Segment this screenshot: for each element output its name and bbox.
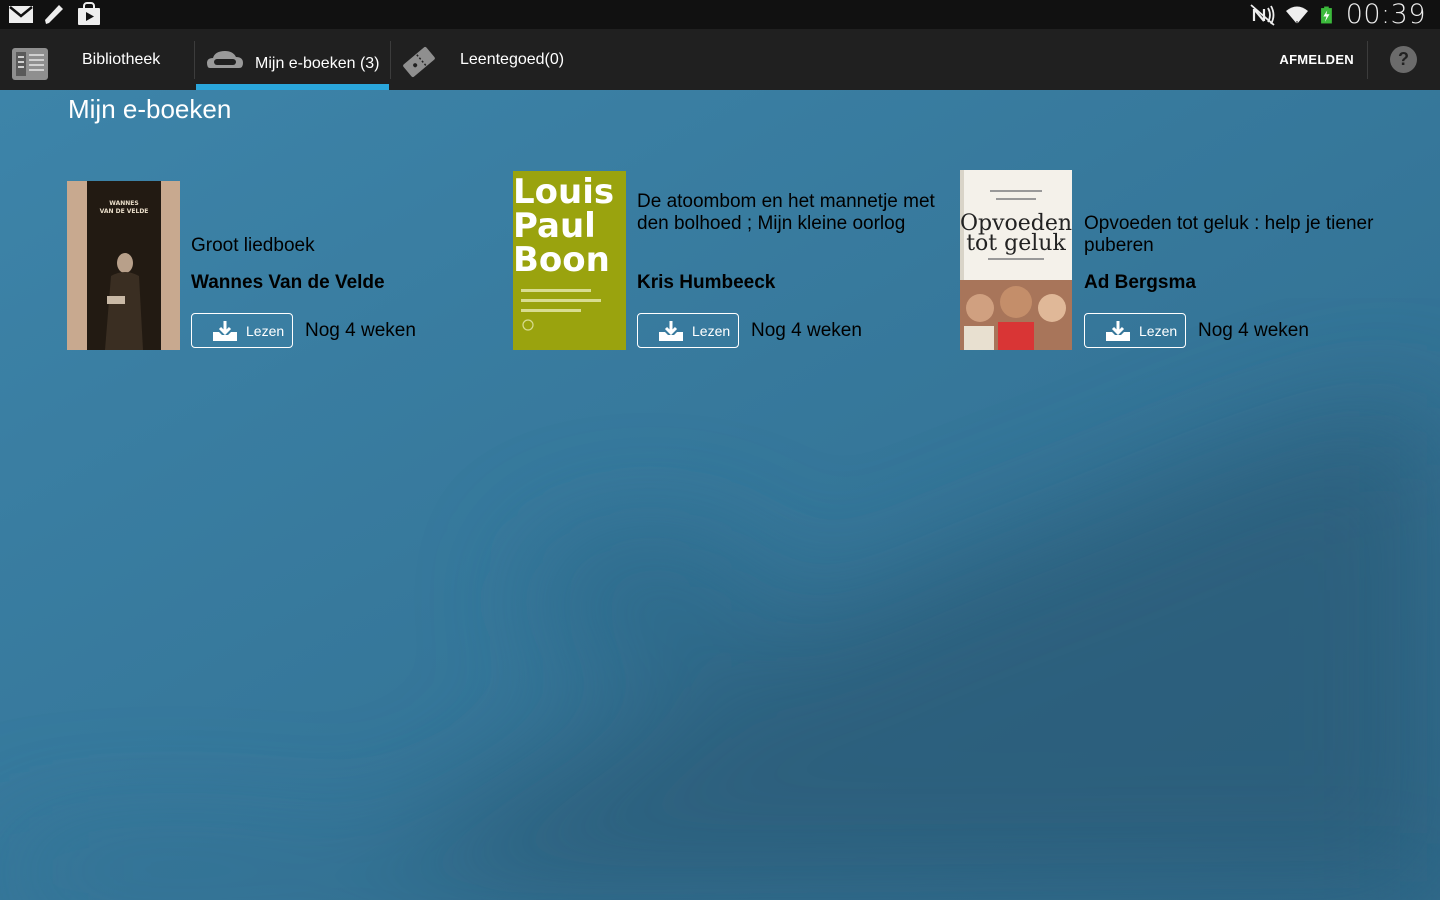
cover-text: WANNES xyxy=(109,200,138,207)
nfc-icon xyxy=(1250,3,1275,26)
download-icon xyxy=(659,320,683,341)
book-title: Groot liedboek xyxy=(191,235,315,256)
shopping-bag-icon xyxy=(78,2,100,25)
page-title: Mijn e-boeken xyxy=(68,94,232,124)
tab-label: Leentegoed(0) xyxy=(460,50,565,68)
action-divider xyxy=(1367,41,1368,79)
cloud-icon xyxy=(207,51,243,68)
book-author: Wannes Van de Velde xyxy=(191,272,385,293)
loan-remaining: Nog 4 weken xyxy=(305,320,416,341)
book-cover[interactable]: WANNES VAN DE VELDE xyxy=(67,181,180,350)
read-button[interactable]: Lezen xyxy=(191,313,293,348)
read-button-label: Lezen xyxy=(692,322,731,339)
download-icon xyxy=(213,320,237,341)
tab-bibliotheek[interactable]: Bibliotheek xyxy=(82,29,160,90)
tab-divider xyxy=(390,41,391,79)
book-title: De atoombom en het mannetje met den bolh… xyxy=(637,191,935,234)
help-button[interactable]: ? xyxy=(1390,46,1417,73)
book-cover[interactable]: Opvoeden tot geluk xyxy=(960,170,1072,350)
tab-label: Mijn e-boeken (3) xyxy=(255,55,380,72)
loan-remaining: Nog 4 weken xyxy=(751,320,862,341)
logout-label: AFMELDEN xyxy=(1279,52,1354,67)
read-button-label: Lezen xyxy=(1139,322,1178,339)
ticket-icon[interactable] xyxy=(400,43,438,81)
book-title: Opvoeden tot geluk : help je tiener pube… xyxy=(1084,213,1374,256)
cover-text: Boon xyxy=(513,240,610,280)
book-author: Kris Humbeeck xyxy=(637,272,776,293)
read-button-label: Lezen xyxy=(246,322,285,339)
book-cover[interactable]: Louis Paul Boon xyxy=(513,171,626,350)
download-icon xyxy=(1106,320,1130,341)
loan-remaining: Nog 4 weken xyxy=(1198,320,1309,341)
book-author: Ad Bergsma xyxy=(1084,272,1196,293)
tab-leentegoed[interactable]: Leentegoed(0) xyxy=(460,29,564,90)
library-icon[interactable] xyxy=(10,46,50,82)
battery-charging-icon xyxy=(1320,6,1332,23)
tab-label: Bibliotheek xyxy=(82,50,161,68)
status-bar: 00:39 xyxy=(0,0,1440,30)
book-item: Opvoeden tot geluk Opvoeden tot geluk : … xyxy=(960,168,1400,358)
help-icon: ? xyxy=(1398,49,1409,69)
read-button[interactable]: Lezen xyxy=(1084,313,1186,348)
book-item: WANNES VAN DE VELDE Groot liedboek Wanne… xyxy=(67,168,507,358)
cover-text: tot geluk xyxy=(966,231,1066,256)
wifi-icon xyxy=(1285,6,1308,24)
action-bar: Bibliotheek Mijn e-boeken (3) Leentegoed… xyxy=(0,29,1440,90)
book-item: Louis Paul Boon De atoombom en het manne… xyxy=(513,168,953,358)
tab-divider xyxy=(194,41,195,79)
cover-text: VAN DE VELDE xyxy=(100,208,149,215)
status-clock: 00:39 xyxy=(1345,0,1426,30)
logout-button[interactable]: AFMELDEN xyxy=(1279,29,1354,90)
tab-mijn-e-boeken[interactable]: Mijn e-boeken (3) xyxy=(196,29,389,90)
read-button[interactable]: Lezen xyxy=(637,313,739,348)
pencil-icon xyxy=(45,5,63,24)
mail-icon xyxy=(9,6,33,23)
